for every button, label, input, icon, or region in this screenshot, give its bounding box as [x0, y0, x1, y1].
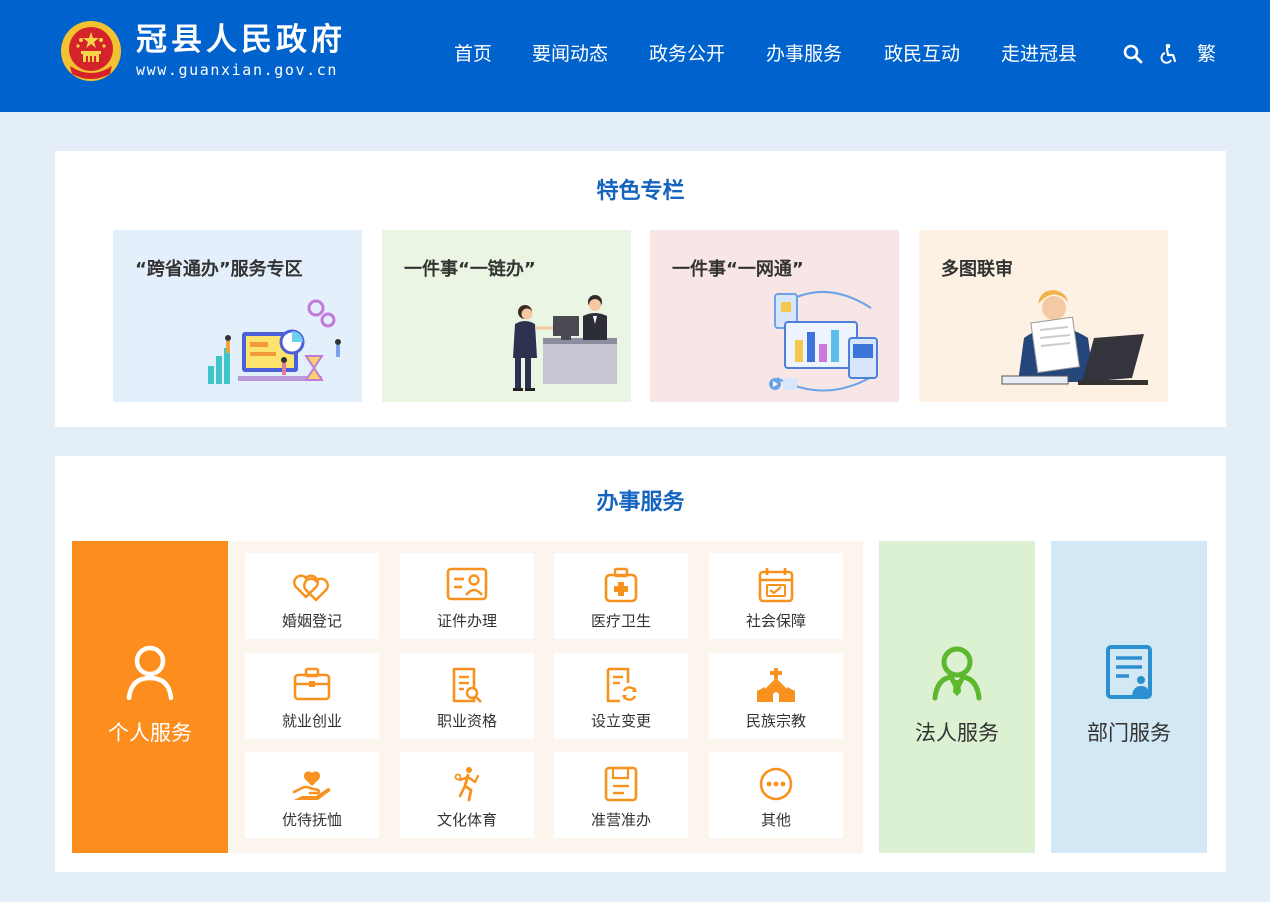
service-label: 设立变更 — [590, 712, 651, 730]
service-label: 准营准办 — [590, 811, 651, 829]
service-employment[interactable]: 就业创业 — [245, 653, 379, 739]
legal-person-icon — [932, 646, 982, 701]
person-icon — [126, 645, 174, 700]
site-url: www.guanxian.gov.cn — [136, 61, 338, 79]
site-name[interactable]: 冠县人民政府 — [136, 22, 346, 58]
service-label: 婚姻登记 — [281, 612, 342, 630]
service-marriage-registration[interactable]: 婚姻登记 — [245, 553, 379, 639]
service-label: 证件办理 — [436, 612, 497, 630]
floppy-disk-icon — [604, 766, 638, 802]
traditional-chinese-toggle[interactable]: 繁 — [1197, 42, 1216, 66]
service-professional-qualification[interactable]: 职业资格 — [400, 653, 534, 739]
heart-in-hand-icon — [292, 771, 331, 800]
calendar-check-icon — [758, 568, 794, 603]
service-id-documents[interactable]: 证件办理 — [400, 553, 534, 639]
document-review-illustration-icon — [1001, 290, 1148, 385]
nav-gov-affairs[interactable]: 政务公开 — [649, 42, 725, 66]
services-panel: 办事服务 个人服务 婚姻登记 证件办理 医疗卫生 社会保障 就业创业 职业资格 … — [55, 456, 1226, 872]
service-label: 医疗卫生 — [590, 612, 651, 630]
nav-home[interactable]: 首页 — [454, 42, 492, 66]
department-service-button[interactable]: 部门服务 — [1051, 541, 1207, 853]
nav-news[interactable]: 要闻动态 — [532, 42, 608, 66]
feature-card-chain-service[interactable]: 一件事“一链办” — [382, 230, 631, 402]
legal-person-service-label: 法人服务 — [915, 721, 999, 745]
feature-card-one-network[interactable]: 一件事“一网通” — [650, 230, 899, 402]
service-other[interactable]: 其他 — [709, 752, 843, 838]
feature-card-title: 一件事“一网通” — [672, 259, 804, 280]
nav-interaction[interactable]: 政民互动 — [884, 42, 960, 66]
feature-card-multi-map-review[interactable]: 多图联审 — [919, 230, 1168, 402]
service-label: 社会保障 — [745, 612, 806, 630]
site-header: 冠县人民政府 www.guanxian.gov.cn 首页 要闻动态 政务公开 … — [0, 0, 1270, 112]
featured-panel: 特色专栏 “跨省通办”服务专区 一件事“一链办” 一件事“一网通” 多图联审 — [55, 151, 1226, 427]
feature-card-cross-province[interactable]: “跨省通办”服务专区 — [113, 230, 362, 402]
service-label: 职业资格 — [436, 712, 497, 730]
service-ethnic-religious[interactable]: 民族宗教 — [709, 653, 843, 739]
service-medical-health[interactable]: 医疗卫生 — [554, 553, 688, 639]
services-title: 办事服务 — [596, 490, 685, 515]
runner-icon — [454, 767, 480, 802]
personal-service-label: 个人服务 — [108, 721, 192, 745]
personal-service-button[interactable]: 个人服务 — [72, 541, 228, 853]
church-icon — [757, 668, 795, 702]
online-platform-illustration-icon — [769, 291, 878, 392]
service-culture-sports[interactable]: 文化体育 — [400, 752, 534, 838]
service-establishment-change[interactable]: 设立变更 — [554, 653, 688, 739]
document-refresh-icon — [606, 667, 637, 703]
briefcase-icon — [293, 667, 331, 701]
more-dots-icon — [759, 767, 793, 801]
data-analysis-illustration-icon — [208, 299, 341, 384]
search-icon[interactable] — [1122, 42, 1144, 66]
double-heart-icon — [293, 574, 329, 602]
service-label: 就业创业 — [281, 712, 342, 730]
service-counter-illustration-icon — [513, 295, 617, 391]
department-document-icon — [1106, 645, 1152, 699]
featured-title: 特色专栏 — [596, 179, 685, 204]
service-label: 其他 — [760, 811, 791, 829]
feature-card-title: “跨省通办”服务专区 — [135, 259, 303, 280]
service-social-security[interactable]: 社会保障 — [709, 553, 843, 639]
nav-about-county[interactable]: 走进冠县 — [1001, 42, 1077, 66]
service-label: 优待抚恤 — [281, 811, 342, 829]
personal-services-grid: 婚姻登记 证件办理 医疗卫生 社会保障 就业创业 职业资格 设立变更 民族宗教 … — [229, 541, 863, 853]
national-emblem-icon[interactable] — [60, 20, 122, 82]
id-card-icon — [446, 567, 488, 601]
legal-person-service-button[interactable]: 法人服务 — [879, 541, 1035, 853]
nav-services[interactable]: 办事服务 — [766, 42, 842, 66]
accessibility-icon[interactable] — [1158, 42, 1180, 66]
service-business-license[interactable]: 准营准办 — [554, 752, 688, 838]
feature-card-title: 一件事“一链办” — [404, 259, 536, 280]
department-service-label: 部门服务 — [1087, 721, 1171, 745]
document-search-icon — [452, 667, 482, 703]
service-label: 民族宗教 — [745, 712, 806, 730]
service-label: 文化体育 — [436, 811, 497, 829]
service-preferential-treatment[interactable]: 优待抚恤 — [245, 752, 379, 838]
medical-kit-icon — [604, 567, 638, 603]
